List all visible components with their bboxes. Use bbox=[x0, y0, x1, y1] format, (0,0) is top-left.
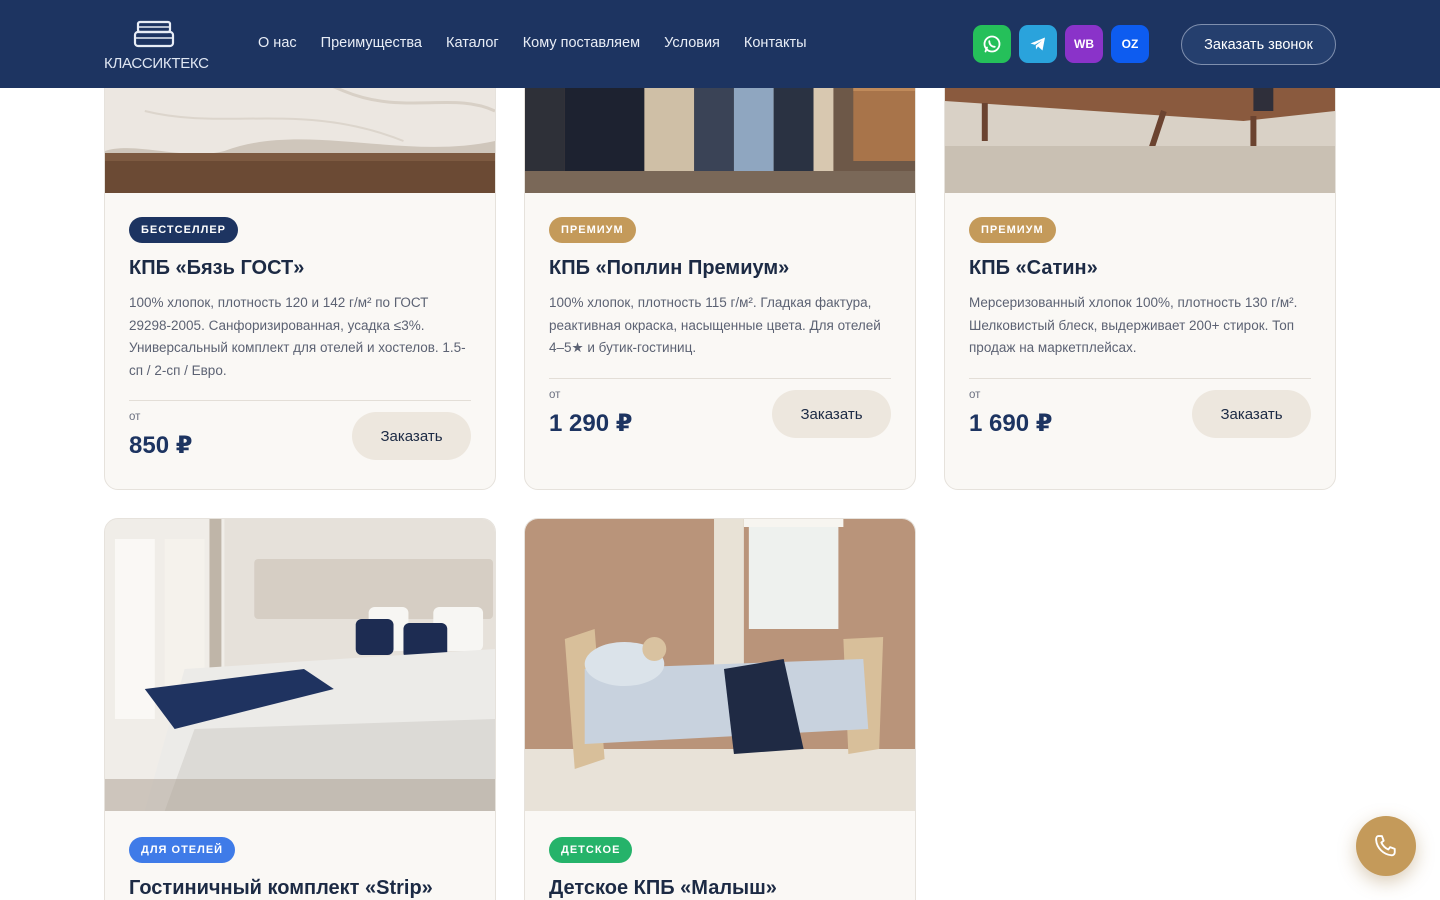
product-card-satin: ПРЕМИУМ КПБ «Сатин» Мерсеризованный хлоп… bbox=[944, 20, 1336, 490]
product-title: Гостиничный комплект «Strip» bbox=[129, 877, 433, 899]
social-links: WB OZ bbox=[973, 25, 1149, 63]
product-title: КПБ «Поплин Премиум» bbox=[549, 257, 790, 279]
order-button[interactable]: Заказать bbox=[1192, 390, 1311, 438]
product-title: КПБ «Бязь ГОСТ» bbox=[129, 257, 305, 279]
card-body: ПРЕМИУМ КПБ «Сатин» Мерсеризованный хлоп… bbox=[969, 217, 1311, 379]
product-title: КПБ «Сатин» bbox=[969, 257, 1098, 279]
telegram-button[interactable] bbox=[1019, 25, 1057, 63]
card-divider bbox=[969, 377, 1311, 379]
product-card-poplin: ПРЕМИУМ КПБ «Поплин Премиум» 100% хлопок… bbox=[524, 20, 916, 490]
whatsapp-button[interactable] bbox=[973, 25, 1011, 63]
status-badge: ПРЕМИУМ bbox=[969, 217, 1056, 243]
price-from-label: от bbox=[549, 389, 561, 401]
bed-logo-icon bbox=[133, 20, 175, 48]
nav-about[interactable]: О нас bbox=[258, 35, 297, 51]
logo[interactable]: КЛАССИКТЕКС bbox=[104, 20, 209, 72]
wildberries-button[interactable]: WB bbox=[1065, 25, 1103, 63]
product-price: 1 690 ₽ bbox=[969, 410, 1053, 437]
card-body: БЕСТСЕЛЛЕР КПБ «Бязь ГОСТ» 100% хлопок, … bbox=[129, 217, 471, 401]
card-body: ДЕТСКОЕ Детское КПБ «Малыш» bbox=[549, 837, 891, 900]
status-badge: ДЕТСКОЕ bbox=[549, 837, 633, 863]
status-badge: ПРЕМИУМ bbox=[549, 217, 636, 243]
price-from-label: от bbox=[129, 411, 141, 423]
product-description: Мерсеризованный хлопок 100%, плотность 1… bbox=[969, 295, 1298, 355]
ozon-button[interactable]: OZ bbox=[1111, 25, 1149, 63]
product-card-strip: ДЛЯ ОТЕЛЕЙ Гостиничный комплект «Strip» bbox=[104, 518, 496, 900]
nav-contacts[interactable]: Контакты bbox=[744, 35, 807, 51]
card-divider bbox=[129, 400, 471, 401]
phone-icon bbox=[1375, 835, 1396, 857]
order-button[interactable]: Заказать bbox=[772, 390, 891, 438]
main-nav: О нас Преимущества Каталог Кому поставля… bbox=[258, 35, 807, 51]
card-divider bbox=[549, 377, 891, 379]
product-price: 1 290 ₽ bbox=[549, 410, 633, 437]
price-from-label: от bbox=[969, 389, 981, 401]
floating-call-button[interactable] bbox=[1356, 816, 1416, 876]
nav-clients[interactable]: Кому поставляем bbox=[523, 35, 640, 51]
product-image bbox=[105, 519, 495, 811]
product-description: 100% хлопок, плотность 120 и 142 г/м² по… bbox=[129, 295, 466, 378]
telegram-icon bbox=[1030, 37, 1045, 51]
product-image bbox=[525, 519, 915, 811]
order-button[interactable]: Заказать bbox=[352, 412, 471, 460]
product-description: 100% хлопок, плотность 115 г/м². Гладкая… bbox=[549, 295, 881, 355]
card-body: ДЛЯ ОТЕЛЕЙ Гостиничный комплект «Strip» bbox=[129, 837, 471, 900]
status-badge: БЕСТСЕЛЛЕР bbox=[129, 217, 239, 243]
logo-text: КЛАССИКТЕКС bbox=[104, 55, 209, 72]
card-body: ПРЕМИУМ КПБ «Поплин Премиум» 100% хлопок… bbox=[549, 217, 891, 379]
nav-catalog[interactable]: Каталог bbox=[446, 35, 499, 51]
product-card-byaz: БЕСТСЕЛЛЕР КПБ «Бязь ГОСТ» 100% хлопок, … bbox=[104, 20, 496, 490]
product-price: 850 ₽ bbox=[129, 432, 193, 459]
status-badge: ДЛЯ ОТЕЛЕЙ bbox=[129, 837, 236, 863]
request-call-button[interactable]: Заказать звонок bbox=[1181, 24, 1336, 65]
product-title: Детское КПБ «Малыш» bbox=[549, 877, 777, 899]
nav-terms[interactable]: Условия bbox=[664, 35, 720, 51]
nav-advantages[interactable]: Преимущества bbox=[321, 35, 422, 51]
whatsapp-icon bbox=[983, 35, 1001, 53]
site-header: КЛАССИКТЕКС О нас Преимущества Каталог К… bbox=[0, 0, 1440, 88]
product-card-malysh: ДЕТСКОЕ Детское КПБ «Малыш» bbox=[524, 518, 916, 900]
